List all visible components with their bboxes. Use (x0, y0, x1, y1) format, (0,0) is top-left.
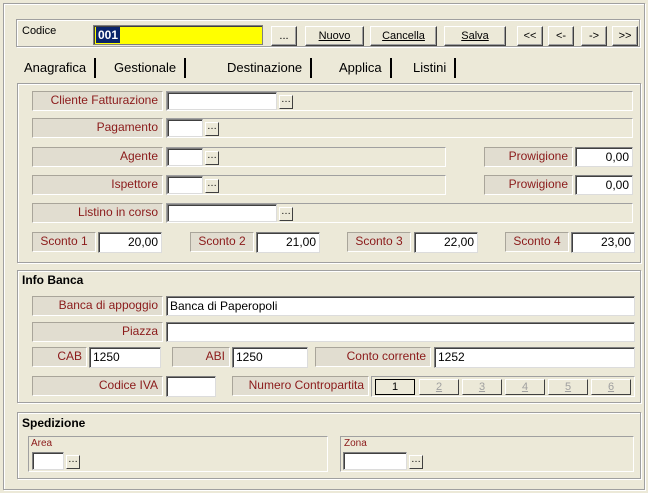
cancella-label: Cancella (382, 30, 425, 42)
pagamento-lookup-button[interactable]: … (205, 122, 219, 136)
listino-input[interactable] (167, 204, 277, 222)
ispettore-label: Ispettore (32, 175, 163, 195)
contropartita-page-5[interactable]: 5 (548, 379, 588, 395)
agente-input[interactable] (167, 148, 203, 166)
sconto2-input[interactable]: 21,00 (256, 232, 320, 253)
nav-prev-button[interactable]: <- (548, 26, 574, 46)
banca-input[interactable]: Banca di Paperopoli (166, 296, 635, 316)
zona-label: Zona (344, 438, 367, 449)
conto-corrente-label: Conto corrente (315, 347, 431, 367)
listino-label: Listino in corso (32, 203, 163, 223)
ispettore-input[interactable] (167, 176, 203, 194)
codice-lookup-button[interactable]: ... (271, 26, 297, 46)
ispettore-lookup-button[interactable]: … (205, 179, 219, 193)
conto-corrente-input[interactable]: 1252 (434, 347, 635, 368)
nuovo-label: Nuovo (318, 30, 351, 42)
codice-input[interactable]: 001 (93, 25, 263, 45)
pagamento-input[interactable] (167, 119, 203, 137)
sconto1-input[interactable]: 20,00 (98, 232, 162, 253)
info-banca-title: Info Banca (22, 273, 84, 287)
sconto3-input[interactable]: 22,00 (414, 232, 478, 253)
contropartita-page-3[interactable]: 3 (462, 379, 502, 395)
cancella-button[interactable]: Cancella (370, 26, 437, 46)
cab-input[interactable]: 1250 (89, 347, 161, 368)
agente-lookup-button[interactable]: … (205, 151, 219, 165)
abi-input[interactable]: 1250 (232, 347, 308, 368)
provvigione-ispettore-label: Prowigione (484, 175, 573, 195)
pagamento-strip (166, 118, 633, 138)
tab-destinazione[interactable]: Destinazione (219, 58, 313, 78)
sconto3-label: Sconto 3 (347, 232, 411, 252)
cliente-fatturazione-lookup-button[interactable]: … (279, 95, 293, 109)
sconto1-label: Sconto 1 (32, 232, 96, 252)
cliente-fatturazione-label: Cliente Fatturazione (32, 91, 163, 111)
provvigione-agente-input[interactable]: 0,00 (575, 147, 633, 167)
nav-first-button[interactable]: << (517, 26, 543, 46)
tab-applica[interactable]: Applica (331, 58, 392, 78)
piazza-input[interactable] (166, 322, 635, 342)
area-input[interactable] (32, 452, 64, 470)
sconto2-label: Sconto 2 (190, 232, 254, 252)
zona-lookup-button[interactable]: … (409, 455, 423, 469)
codice-iva-label: Codice IVA (32, 376, 163, 396)
sconto4-label: Sconto 4 (505, 232, 569, 252)
contropartita-page-2[interactable]: 2 (419, 379, 459, 395)
contropartita-label: Numero Contropartita (232, 376, 369, 396)
sconto4-input[interactable]: 23,00 (571, 232, 635, 253)
codice-label: Codice (22, 25, 57, 37)
provvigione-ispettore-input[interactable]: 0,00 (575, 175, 633, 195)
contropartita-page-4[interactable]: 4 (505, 379, 545, 395)
agente-label: Agente (32, 147, 163, 167)
tab-listini[interactable]: Listini (405, 58, 457, 78)
spedizione-title: Spedizione (22, 416, 86, 430)
contropartita-page-1[interactable]: 1 (375, 379, 415, 395)
zona-input[interactable] (343, 452, 407, 470)
codice-iva-input[interactable] (166, 376, 216, 397)
nuovo-button[interactable]: Nuovo (305, 26, 364, 46)
contropartita-page-6[interactable]: 6 (591, 379, 631, 395)
piazza-label: Piazza (32, 322, 163, 342)
codice-value: 001 (96, 27, 121, 43)
nav-last-button[interactable]: >> (612, 26, 638, 46)
listino-lookup-button[interactable]: … (279, 207, 293, 221)
abi-label: ABI (172, 347, 230, 367)
cab-label: CAB (32, 347, 87, 367)
tab-gestionale[interactable]: Gestionale (106, 58, 187, 78)
area-lookup-button[interactable]: … (66, 455, 80, 469)
provvigione-agente-label: Prowigione (484, 147, 573, 167)
cliente-fatturazione-input[interactable] (167, 92, 277, 110)
tab-anagrafica[interactable]: Anagrafica (16, 58, 97, 78)
nav-next-button[interactable]: -> (581, 26, 607, 46)
area-label: Area (31, 438, 53, 449)
salva-label: Salva (461, 30, 489, 42)
banca-label: Banca di appoggio (32, 296, 163, 316)
pagamento-label: Pagamento (32, 118, 163, 138)
salva-button[interactable]: Salva (444, 26, 506, 46)
